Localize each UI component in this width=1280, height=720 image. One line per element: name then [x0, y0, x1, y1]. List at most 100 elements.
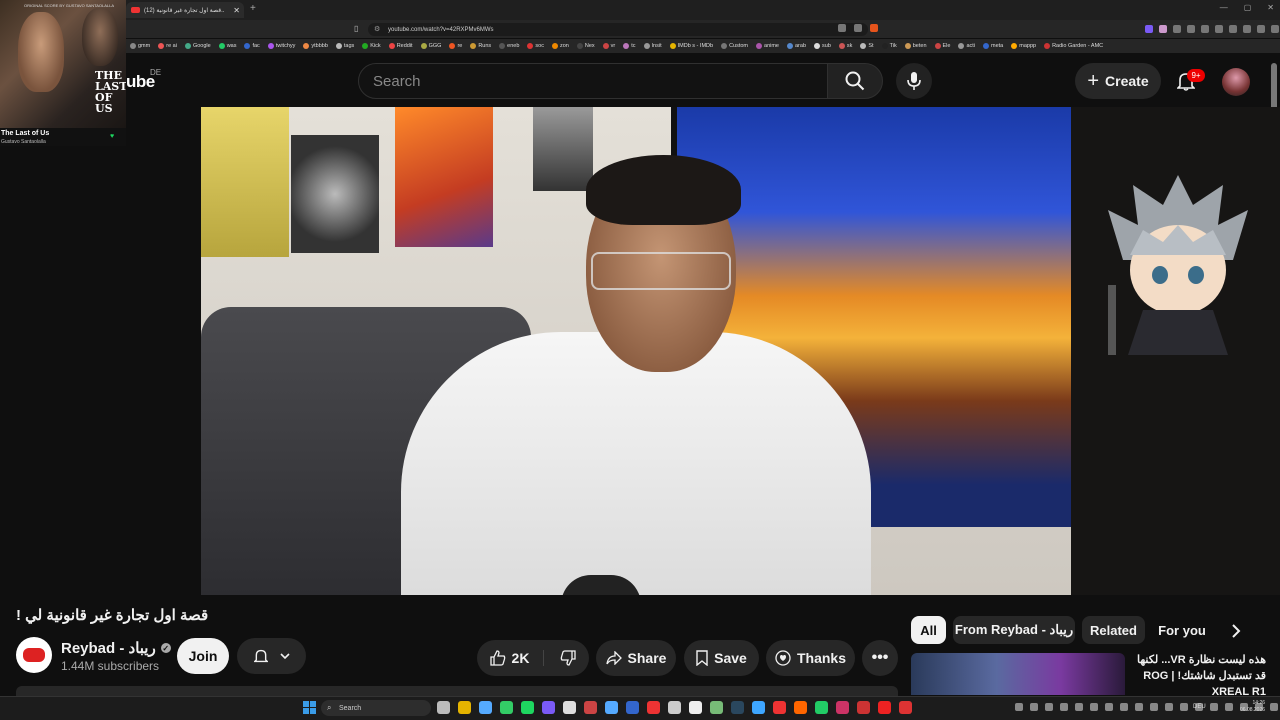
- like-button[interactable]: 2K: [489, 650, 545, 666]
- bookmark-item[interactable]: sub: [810, 43, 835, 49]
- tray-icon[interactable]: [1210, 703, 1218, 711]
- tray-icon[interactable]: [1165, 703, 1173, 711]
- extension-icon[interactable]: [1159, 25, 1167, 33]
- bookmark-item[interactable]: gmm: [126, 43, 154, 49]
- taskbar-app-icon[interactable]: [815, 701, 828, 714]
- search-input[interactable]: Search: [358, 63, 828, 99]
- taskbar-app-icon[interactable]: [668, 701, 681, 714]
- bookmark-icon[interactable]: ▯: [354, 24, 358, 33]
- extension-icon[interactable]: [1257, 25, 1265, 33]
- subscribed-notifications-button[interactable]: [237, 638, 306, 674]
- join-button[interactable]: Join: [177, 638, 229, 674]
- taskbar-app-icon[interactable]: [773, 701, 786, 714]
- extension-icon[interactable]: [1215, 25, 1223, 33]
- bookmark-item[interactable]: tags: [332, 43, 358, 49]
- recommended-video-thumbnail[interactable]: [911, 653, 1125, 695]
- taskbar-app-icon[interactable]: [836, 701, 849, 714]
- dislike-button[interactable]: [550, 650, 577, 666]
- url-field[interactable]: ⚙ youtube.com/watch?v=42RXPMv6MWs: [368, 23, 868, 36]
- tray-icon[interactable]: [1150, 703, 1158, 711]
- bookmark-item[interactable]: Insit: [640, 43, 666, 49]
- extension-icon[interactable]: [1145, 25, 1153, 33]
- taskbar-app-icon[interactable]: [752, 701, 765, 714]
- taskbar-app-icon[interactable]: [899, 701, 912, 714]
- bookmark-item[interactable]: anime: [752, 43, 783, 49]
- tray-icon[interactable]: [1060, 703, 1068, 711]
- new-tab-icon[interactable]: +: [250, 3, 256, 14]
- bookmark-item[interactable]: Tik: [878, 43, 901, 49]
- tray-icon[interactable]: [1090, 703, 1098, 711]
- voice-search-button[interactable]: [896, 63, 932, 99]
- taskbar-app-icon[interactable]: [605, 701, 618, 714]
- bookmark-item[interactable]: soc: [523, 43, 548, 49]
- bookmark-item[interactable]: St: [856, 43, 877, 49]
- taskbar-search[interactable]: ⌕ Search: [321, 700, 431, 716]
- taskbar-app-icon[interactable]: [794, 701, 807, 714]
- bookmark-item[interactable]: IMDb s - IMDb: [666, 43, 717, 49]
- taskbar-app-icon[interactable]: [563, 701, 576, 714]
- recommended-video-title[interactable]: هذه ليست نظارة VR... لكنها قد تستبدل شاش…: [1131, 652, 1266, 696]
- taskbar-app-icon[interactable]: [710, 701, 723, 714]
- account-avatar[interactable]: [1222, 68, 1250, 96]
- tray-icon[interactable]: [1270, 703, 1278, 711]
- bookmark-item[interactable]: re: [445, 43, 466, 49]
- menu-icon[interactable]: [1271, 25, 1279, 33]
- save-button[interactable]: Save: [684, 640, 759, 676]
- maximize-icon[interactable]: ▢: [1244, 3, 1252, 12]
- extension-icon[interactable]: [1187, 25, 1195, 33]
- taskbar-clock[interactable]: 14:26 06.08.2026: [1240, 700, 1265, 714]
- chip-all[interactable]: All: [911, 616, 946, 644]
- bookmark-item[interactable]: GGG: [417, 43, 446, 49]
- bookmark-item[interactable]: zon: [548, 43, 573, 49]
- taskbar-app-icon[interactable]: [584, 701, 597, 714]
- tray-icon[interactable]: [1075, 703, 1083, 711]
- bookmark-item[interactable]: Custom: [717, 43, 752, 49]
- channel-name[interactable]: Reybad - ريباد: [61, 639, 156, 657]
- tray-icon[interactable]: [1120, 703, 1128, 711]
- more-actions-button[interactable]: •••: [862, 640, 898, 676]
- bookmark-item[interactable]: arab: [783, 43, 810, 49]
- bookmark-item[interactable]: beten: [901, 43, 931, 49]
- tray-icon[interactable]: [1225, 703, 1233, 711]
- tray-icon[interactable]: [1180, 703, 1188, 711]
- extension-icon[interactable]: [1243, 25, 1251, 33]
- browser-tab[interactable]: (12) قصة اول تجارة غير قانونية... ✕: [126, 2, 244, 18]
- tray-icon[interactable]: [1030, 703, 1038, 711]
- tray-icon[interactable]: [1105, 703, 1113, 711]
- brave-shields-icon[interactable]: [870, 24, 878, 32]
- bookmark-item[interactable]: re ai: [154, 43, 181, 49]
- bookmark-item[interactable]: fac: [240, 43, 263, 49]
- bookmark-item[interactable]: tc: [619, 43, 639, 49]
- extension-icon[interactable]: [1229, 25, 1237, 33]
- input-language[interactable]: DEU: [1193, 704, 1206, 710]
- bookmark-item[interactable]: sk: [835, 43, 857, 49]
- bookmark-item[interactable]: Reddit: [385, 43, 417, 49]
- taskbar-app-icon[interactable]: [857, 701, 870, 714]
- taskbar-app-icon[interactable]: [689, 701, 702, 714]
- bookmark-item[interactable]: eneb: [495, 43, 523, 49]
- bookmark-item[interactable]: acti: [954, 43, 979, 49]
- minimize-icon[interactable]: —: [1220, 3, 1228, 12]
- chevron-right-icon[interactable]: [1224, 619, 1248, 643]
- zoom-icon[interactable]: [838, 24, 846, 32]
- tray-icon[interactable]: [1045, 703, 1053, 711]
- channel-name-row[interactable]: Reybad - ريباد ✓: [61, 639, 171, 657]
- close-window-icon[interactable]: ✕: [1267, 3, 1274, 12]
- taskbar-app-icon[interactable]: [542, 701, 555, 714]
- taskbar-app-icon[interactable]: [437, 701, 450, 714]
- chip-for-you[interactable]: For you: [1152, 616, 1212, 644]
- bookmark-item[interactable]: mappp: [1007, 43, 1040, 49]
- bookmark-item[interactable]: meta: [979, 43, 1007, 49]
- bookmark-item[interactable]: twitchyy: [264, 43, 300, 49]
- chip-related[interactable]: Related: [1082, 616, 1145, 644]
- taskbar-app-icon[interactable]: [500, 701, 513, 714]
- thanks-button[interactable]: Thanks: [766, 640, 855, 676]
- site-info-icon[interactable]: ⚙: [374, 25, 380, 33]
- video-player[interactable]: [201, 107, 1071, 595]
- create-button[interactable]: + Create: [1075, 63, 1161, 99]
- description-box[interactable]: [16, 686, 898, 696]
- bookmark-item[interactable]: Ele: [931, 43, 955, 49]
- taskbar-app-icon[interactable]: [521, 701, 534, 714]
- chip-from-channel[interactable]: From Reybad - ريباد: [953, 616, 1075, 644]
- taskbar-app-icon[interactable]: [878, 701, 891, 714]
